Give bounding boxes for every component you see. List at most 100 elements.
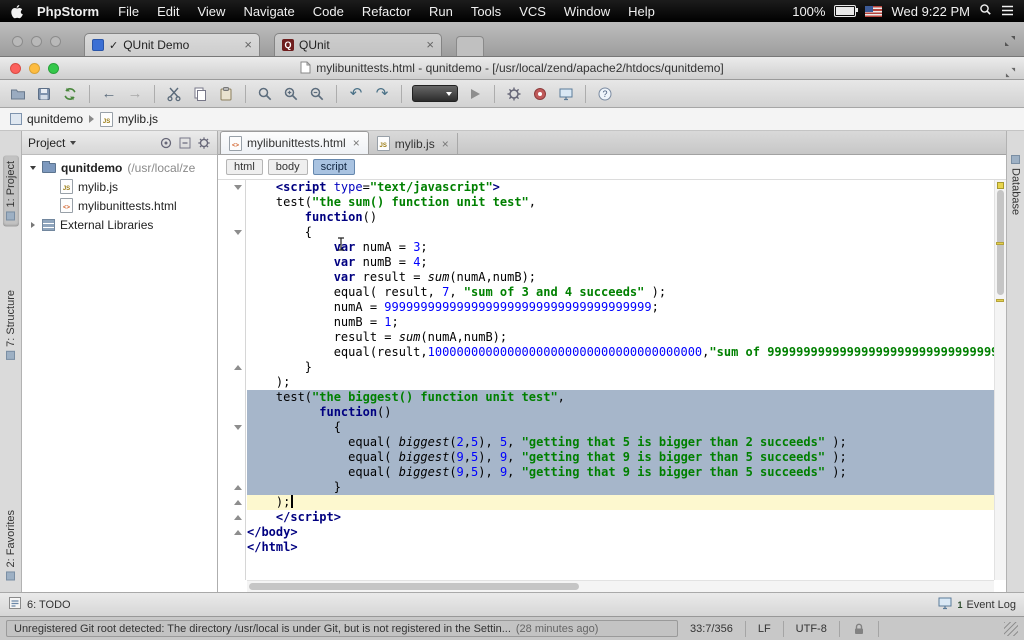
zoom-window-button[interactable] [48, 63, 59, 74]
code-line[interactable]: result = sum(numA,numB); [247, 330, 994, 345]
code-line[interactable]: ); [247, 495, 994, 510]
save-button[interactable] [32, 83, 56, 105]
undo-button[interactable]: ↶ [344, 83, 368, 105]
fold-marker[interactable] [234, 230, 242, 235]
fold-marker[interactable] [234, 530, 242, 535]
code-line[interactable]: function() [247, 405, 994, 420]
code-line[interactable]: </html> [247, 540, 994, 555]
browser-window-buttons[interactable] [12, 36, 61, 47]
menu-view[interactable]: View [197, 4, 225, 19]
vertical-scrollbar[interactable] [994, 180, 1006, 580]
code-line[interactable]: numB = 1; [247, 315, 994, 330]
us-flag-icon[interactable] [865, 5, 883, 17]
code-line[interactable]: equal( biggest(2,5), 5, "getting that 5 … [247, 435, 994, 450]
code-editor[interactable]: <script type="text/javascript"> test("th… [218, 180, 1006, 592]
help-button[interactable]: ? [593, 83, 617, 105]
traffic-lights[interactable] [10, 63, 59, 74]
warning-stripe-mark[interactable] [996, 299, 1004, 302]
event-log-button[interactable]: 1 Event Log [937, 595, 1016, 614]
code-line[interactable]: <script type="text/javascript"> [247, 180, 994, 195]
project-view-selector[interactable]: Project [28, 136, 65, 150]
window-close-button[interactable] [12, 36, 23, 47]
coverage-button[interactable] [528, 83, 552, 105]
breadcrumb-mylib.js[interactable]: JS mylib.js [100, 111, 158, 127]
menu-file[interactable]: File [118, 4, 139, 19]
forward-button[interactable]: → [123, 83, 147, 105]
copy-button[interactable] [188, 83, 212, 105]
new-tab-stub[interactable] [456, 36, 484, 56]
encoding-widget[interactable]: UTF-8 [784, 620, 840, 637]
code-line[interactable]: } [247, 480, 994, 495]
sync-button[interactable] [58, 83, 82, 105]
notification-center-icon[interactable] [1001, 4, 1014, 19]
run-configuration-select[interactable] [412, 85, 458, 102]
breadcrumb-script[interactable]: script [312, 159, 355, 175]
warning-stripe-mark[interactable] [996, 242, 1004, 245]
tool-window-button-favorites[interactable]: 2: Favorites [3, 504, 19, 586]
code-line[interactable]: test("the biggest() function unit test", [247, 390, 994, 405]
window-minimize-button[interactable] [31, 36, 42, 47]
breadcrumb-body[interactable]: body [267, 159, 308, 175]
apple-menu-icon[interactable] [10, 4, 23, 19]
menu-run[interactable]: Run [429, 4, 453, 19]
horizontal-scrollbar[interactable] [247, 580, 994, 592]
cut-button[interactable] [162, 83, 186, 105]
find-button[interactable] [253, 83, 277, 105]
tab-close-icon[interactable]: × [244, 38, 252, 51]
open-button[interactable] [6, 83, 30, 105]
resize-grip[interactable] [1004, 621, 1018, 636]
monitor-button[interactable] [554, 83, 578, 105]
editor-gutter[interactable] [218, 180, 246, 580]
menubar-clock[interactable]: Wed 9:22 PM [891, 4, 970, 19]
code-line[interactable]: ); [247, 375, 994, 390]
breadcrumb-qunitdemo[interactable]: qunitdemo [10, 112, 83, 126]
code-line[interactable]: var result = sum(numA,numB); [247, 270, 994, 285]
editor-tab-mylibunittests.html[interactable]: <> mylibunittests.html × [220, 131, 369, 154]
tool-window-button-structure[interactable]: 7: Structure [3, 284, 19, 366]
editor-tab-mylib.js[interactable]: JS mylib.js × [369, 133, 458, 154]
status-message-box[interactable]: Unregistered Git root detected: The dire… [6, 620, 678, 637]
minimize-window-button[interactable] [29, 63, 40, 74]
code-line[interactable]: } [247, 360, 994, 375]
fold-marker[interactable] [234, 185, 242, 190]
browser-tab[interactable]: ✓ QUnit Demo × [84, 33, 260, 56]
code-line[interactable]: equal( biggest(9,5), 9, "getting that 9 … [247, 450, 994, 465]
menu-tools[interactable]: Tools [471, 4, 501, 19]
menu-navigate[interactable]: Navigate [243, 4, 294, 19]
collapse-all-icon[interactable] [178, 136, 192, 150]
tree-item-mylibunittests-html[interactable]: <> mylibunittests.html [22, 196, 217, 215]
browser-tab[interactable]: Q QUnit × [274, 33, 442, 56]
expander-icon[interactable] [28, 221, 37, 228]
tree-item-mylib-js[interactable]: JS mylib.js [22, 177, 217, 196]
expander-icon[interactable] [28, 165, 37, 170]
window-zoom-button[interactable] [50, 36, 61, 47]
fold-marker[interactable] [234, 425, 242, 430]
tool-window-button-database[interactable]: Database [1008, 149, 1024, 221]
fullscreen-icon[interactable] [1004, 34, 1016, 52]
menu-edit[interactable]: Edit [157, 4, 179, 19]
code-line[interactable]: equal( biggest(9,5), 9, "getting that 9 … [247, 465, 994, 480]
code-line[interactable]: equal(result,100000000000000000000000000… [247, 345, 994, 360]
code-line[interactable]: function() [247, 210, 994, 225]
menu-refactor[interactable]: Refactor [362, 4, 411, 19]
code-line[interactable]: { [247, 225, 994, 240]
tree-item-external-libraries[interactable]: External Libraries [22, 215, 217, 234]
tab-close-icon[interactable]: × [353, 136, 360, 150]
menu-code[interactable]: Code [313, 4, 344, 19]
paste-button[interactable] [214, 83, 238, 105]
zoom-in-button[interactable] [279, 83, 303, 105]
run-button[interactable] [463, 83, 487, 105]
redo-button[interactable]: ↷ [370, 83, 394, 105]
menu-app-name[interactable]: PhpStorm [37, 4, 99, 19]
code-line[interactable]: var numA = 3; [247, 240, 994, 255]
horizontal-scrollbar-thumb[interactable] [249, 583, 579, 590]
tree-item-qunitdemo[interactable]: qunitdemo (/usr/local/ze [22, 158, 217, 177]
code-line[interactable]: { [247, 420, 994, 435]
code-text[interactable]: <script type="text/javascript"> test("th… [247, 180, 994, 580]
back-button[interactable]: ← [97, 83, 121, 105]
caret-position-widget[interactable]: 33:7/356 [678, 620, 746, 637]
code-line[interactable]: test("the sum() function unit test", [247, 195, 994, 210]
tab-close-icon[interactable]: × [442, 137, 449, 151]
code-line[interactable]: </body> [247, 525, 994, 540]
code-line[interactable]: equal( result, 7, "sum of 3 and 4 succee… [247, 285, 994, 300]
